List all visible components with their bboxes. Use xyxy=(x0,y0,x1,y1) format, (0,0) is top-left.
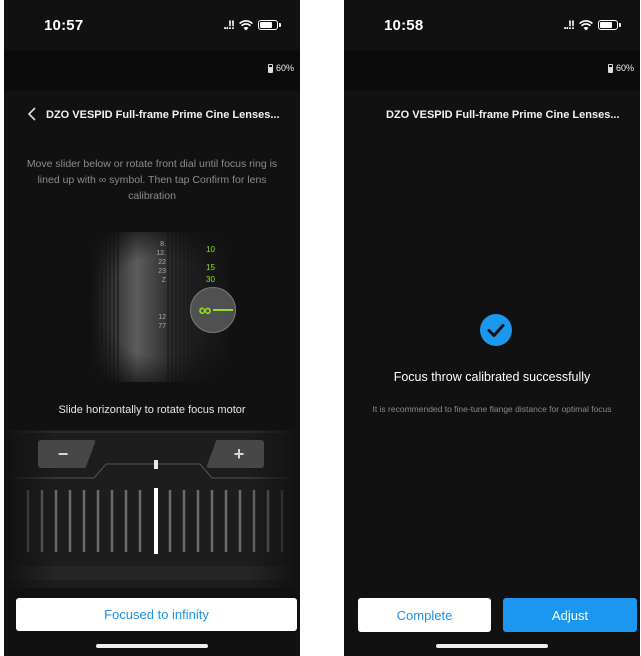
scale-label: 12. xyxy=(156,250,166,257)
app-header: 60% xyxy=(4,50,300,90)
focus-distance-scale: 10 15 30 xyxy=(206,244,215,286)
device-battery: 60% xyxy=(607,63,634,73)
device-battery-level: 60% xyxy=(275,63,294,73)
status-time: 10:58 xyxy=(384,17,424,34)
signal-icon: ..!! xyxy=(563,18,575,32)
device-battery: 60% xyxy=(267,63,294,73)
lens-illustration: 8. 12. 22 23 Z 12 77 10 15 30 ∞ xyxy=(78,232,238,382)
title-bar: DZO VESPID Full-frame Prime Cine Lenses.… xyxy=(344,96,640,136)
page-title: DZO VESPID Full-frame Prime Cine Lenses.… xyxy=(386,109,620,121)
success-title: Focus throw calibrated successfully xyxy=(393,370,591,384)
adjust-button[interactable]: Adjust xyxy=(503,598,637,632)
wifi-icon xyxy=(239,19,253,30)
chevron-left-icon[interactable] xyxy=(22,104,42,124)
scale-label: 77 xyxy=(158,323,166,330)
device-battery-level: 60% xyxy=(615,63,634,73)
battery-icon xyxy=(598,20,621,30)
status-bar: 10:58 ..!! xyxy=(344,0,640,50)
status-bar: 10:57 ..!! xyxy=(4,0,300,50)
checkmark-circle-icon xyxy=(480,314,512,346)
system-icons: ..!! xyxy=(223,18,281,32)
scale-label: 22 xyxy=(158,259,166,266)
scale-label: 8. xyxy=(160,241,166,248)
scale-label: 12 xyxy=(158,314,166,321)
home-indicator[interactable] xyxy=(436,644,548,648)
infinity-marker: ∞ xyxy=(190,287,236,333)
home-indicator[interactable] xyxy=(96,644,208,648)
battery-icon xyxy=(258,20,281,30)
success-description: It is recommended to fine-tune flange di… xyxy=(372,404,612,414)
system-icons: ..!! xyxy=(563,18,621,32)
scale-label: 30 xyxy=(206,275,215,284)
calibration-success-screen: 10:58 ..!! 60% DZO VESPID Full-frame Pri… xyxy=(344,0,640,656)
status-time: 10:57 xyxy=(44,17,84,34)
focused-to-infinity-button[interactable]: Focused to infinity xyxy=(16,598,297,631)
device-battery-icon xyxy=(607,63,613,73)
scale-label: 23 xyxy=(158,268,166,275)
scale-label: 15 xyxy=(206,263,215,272)
scale-label: Z xyxy=(161,277,166,284)
slider-instruction: Slide horizontally to rotate focus motor xyxy=(58,404,246,416)
wifi-icon xyxy=(579,19,593,30)
page-title: DZO VESPID Full-frame Prime Cine Lenses.… xyxy=(46,109,280,121)
focus-slider[interactable]: − + xyxy=(4,430,300,588)
title-bar: DZO VESPID Full-frame Prime Cine Lenses.… xyxy=(4,96,300,136)
instruction-text: Move slider below or rotate front dial u… xyxy=(26,158,278,202)
scale-label: 10 xyxy=(206,245,215,254)
app-header: 60% xyxy=(344,50,640,90)
calibration-screen: 10:57 ..!! 60% DZO VESPID Full-frame Pri… xyxy=(4,0,300,656)
infinity-symbol: ∞ xyxy=(198,299,212,320)
complete-button[interactable]: Complete xyxy=(358,598,491,632)
left-distance-scale: 8. 12. 22 23 Z 12 77 xyxy=(140,240,166,331)
signal-icon: ..!! xyxy=(223,18,235,32)
index-line xyxy=(213,309,228,311)
device-battery-icon xyxy=(267,63,273,73)
